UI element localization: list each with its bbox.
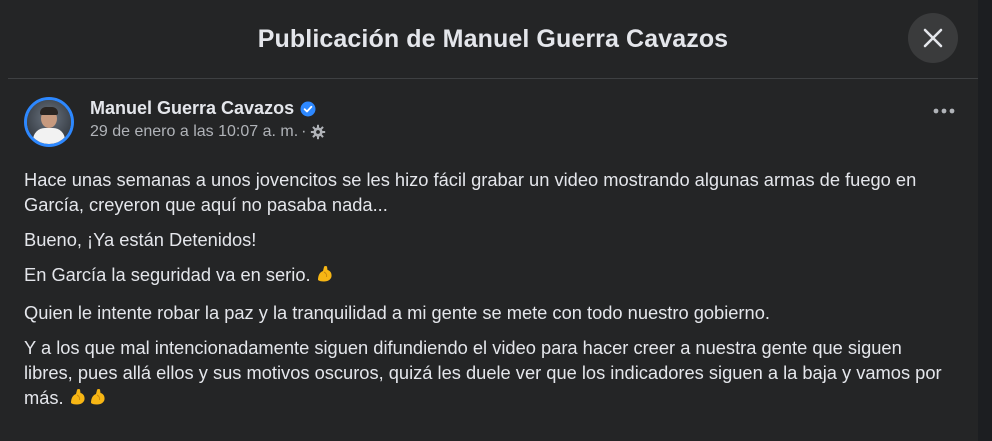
author-name[interactable]: Manuel Guerra Cavazos <box>90 98 294 119</box>
background-left-edge <box>0 0 8 441</box>
verified-badge-icon <box>300 101 316 117</box>
post-timestamp[interactable]: 29 de enero a las 10:07 a. m. <box>90 123 298 141</box>
author-row: Manuel Guerra Cavazos <box>90 98 326 119</box>
post-meta: Manuel Guerra Cavazos 29 de enero a las … <box>90 98 326 141</box>
flexed-biceps-icon <box>68 387 88 413</box>
separator-dot: · <box>301 123 307 140</box>
dialog-title: Publicación de Manuel Guerra Cavazos <box>257 24 729 53</box>
post-paragraph: Bueno, ¡Ya están Detenidos! <box>24 229 257 250</box>
flexed-biceps-icon <box>315 264 335 290</box>
date-row: 29 de enero a las 10:07 a. m. · <box>90 123 326 141</box>
close-icon <box>923 28 943 48</box>
gear-icon[interactable] <box>310 124 326 140</box>
dialog-header: Publicación de Manuel Guerra Cavazos <box>8 0 978 79</box>
more-options-icon <box>933 108 955 114</box>
background-right-edge <box>978 0 992 441</box>
post-paragraph: Quien le intente robar la paz y la tranq… <box>24 302 770 323</box>
post-paragraph: En García la seguridad va en serio. <box>24 262 946 290</box>
flexed-biceps-icon <box>88 387 108 413</box>
post-paragraph: Hace unas semanas a unos jovencitos se l… <box>24 169 917 215</box>
post-header: Manuel Guerra Cavazos 29 de enero a las … <box>24 97 960 157</box>
more-options-button[interactable] <box>926 93 962 129</box>
avatar[interactable] <box>24 97 74 147</box>
post-paragraph: Y a los que mal intencionadamente siguen… <box>24 335 946 413</box>
post-dialog: Publicación de Manuel Guerra Cavazos Man… <box>8 0 978 441</box>
post: Manuel Guerra Cavazos 29 de enero a las … <box>8 79 978 413</box>
post-text: Hace unas semanas a unos jovencitos se l… <box>24 167 960 413</box>
close-button[interactable] <box>908 13 958 63</box>
